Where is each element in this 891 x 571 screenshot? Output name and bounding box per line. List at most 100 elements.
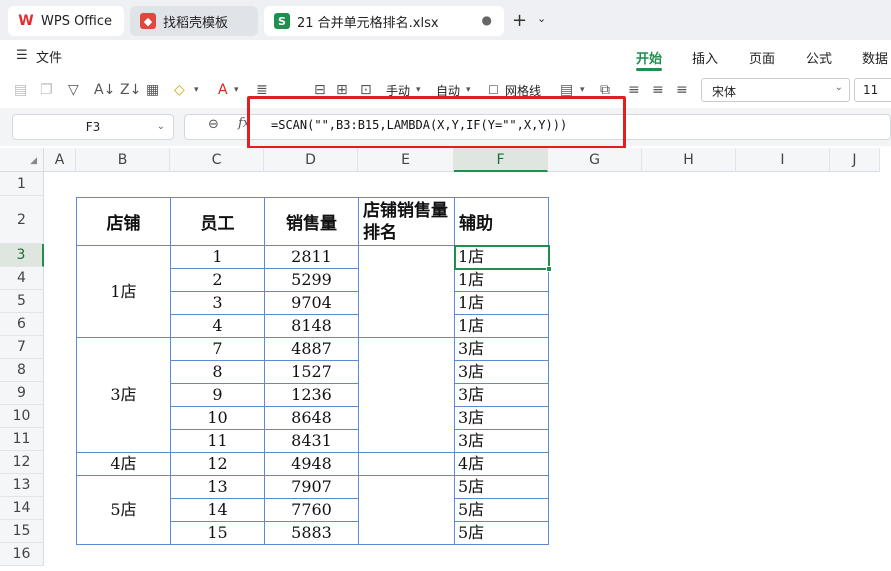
column-header[interactable]: B xyxy=(76,148,170,172)
sales-cell[interactable]: 8648 xyxy=(264,406,359,430)
column-header[interactable]: E xyxy=(358,148,454,172)
fill-color-icon[interactable]: ◇ xyxy=(174,81,185,99)
tab-docer-templates[interactable]: ◆ 找稻壳模板 xyxy=(130,6,258,36)
employee-cell[interactable]: 14 xyxy=(170,498,265,522)
store-cell[interactable]: 4店 xyxy=(76,452,171,476)
store-cell[interactable]: 5店 xyxy=(76,475,171,545)
row-header[interactable]: 2 xyxy=(0,196,44,244)
sales-cell[interactable]: 8148 xyxy=(264,314,359,338)
header-cell[interactable]: 员工 xyxy=(170,197,265,246)
header-cell[interactable]: 辅助 xyxy=(454,197,549,246)
zoom-icon[interactable]: ⊖ xyxy=(208,117,219,132)
hamburger-menu-icon[interactable]: ☰ xyxy=(16,48,28,63)
employee-cell[interactable]: 7 xyxy=(170,337,265,361)
employee-cell[interactable]: 11 xyxy=(170,429,265,453)
row-header[interactable]: 12 xyxy=(0,451,44,474)
row-header[interactable]: 13 xyxy=(0,474,44,497)
spreadsheet-grid[interactable]: ◢ ABCDEFGHIJ 1 2 3 4 5 6 7 8 9 10 11 12 13 14 15 16 店铺员… xyxy=(0,148,891,571)
ribbon-tab-home[interactable]: 开始 xyxy=(636,48,662,67)
column-header[interactable]: C xyxy=(170,148,264,172)
chevron-down-icon[interactable]: ⌄ xyxy=(537,12,546,25)
employee-cell[interactable]: 4 xyxy=(170,314,265,338)
sales-cell[interactable]: 1236 xyxy=(264,383,359,407)
row-header[interactable]: 10 xyxy=(0,405,44,428)
chevron-down-icon[interactable]: ▾ xyxy=(194,81,199,99)
helper-cell[interactable]: 1店 xyxy=(454,268,549,292)
row-header[interactable]: 3 xyxy=(0,244,44,267)
sales-cell[interactable]: 1527 xyxy=(264,360,359,384)
sales-cell[interactable]: 5883 xyxy=(264,521,359,545)
sales-cell[interactable]: 7760 xyxy=(264,498,359,522)
helper-cell[interactable]: 3店 xyxy=(454,383,549,407)
name-box[interactable]: F3 ⌄ xyxy=(12,114,174,140)
sort-descending-icon[interactable]: Z↓ xyxy=(120,81,141,99)
employee-cell[interactable]: 2 xyxy=(170,268,265,292)
rank-cell[interactable] xyxy=(358,452,455,476)
header-cell[interactable]: 店铺 xyxy=(76,197,171,246)
sort-ascending-icon[interactable]: A↓ xyxy=(94,81,115,99)
column-header[interactable]: A xyxy=(44,148,76,172)
employee-cell[interactable]: 9 xyxy=(170,383,265,407)
sales-cell[interactable]: 4948 xyxy=(264,452,359,476)
close-tab-icon[interactable]: ● xyxy=(482,13,492,27)
helper-cell[interactable]: 5店 xyxy=(454,475,549,499)
helper-cell[interactable]: 1店 xyxy=(454,314,549,338)
employee-cell[interactable]: 13 xyxy=(170,475,265,499)
employee-cell[interactable]: 10 xyxy=(170,406,265,430)
sales-cell[interactable]: 2811 xyxy=(264,245,359,269)
row-header[interactable]: 15 xyxy=(0,520,44,543)
column-header[interactable]: F xyxy=(454,148,548,172)
sales-cell[interactable]: 8431 xyxy=(264,429,359,453)
helper-cell[interactable]: 1店 xyxy=(454,291,549,315)
align-center-icon[interactable]: ≡ xyxy=(652,81,664,99)
align-left-icon[interactable]: ≡ xyxy=(628,81,640,99)
helper-cell[interactable]: 5店 xyxy=(454,498,549,522)
font-color-icon[interactable]: A xyxy=(218,81,228,99)
row-header[interactable]: 14 xyxy=(0,497,44,520)
helper-cell[interactable]: 5店 xyxy=(454,521,549,545)
row-header[interactable]: 11 xyxy=(0,428,44,451)
column-header[interactable]: I xyxy=(736,148,830,172)
ribbon-tab-data[interactable]: 数据 xyxy=(862,48,888,67)
row-header[interactable]: 5 xyxy=(0,290,44,313)
ribbon-tab-formula[interactable]: 公式 xyxy=(806,48,832,67)
sales-cell[interactable]: 9704 xyxy=(264,291,359,315)
ribbon-tab-insert[interactable]: 插入 xyxy=(692,48,718,67)
row-header[interactable]: 6 xyxy=(0,313,44,336)
font-family-select[interactable]: 宋体 ⌄ xyxy=(701,78,850,102)
employee-cell[interactable]: 3 xyxy=(170,291,265,315)
helper-cell[interactable]: 3店 xyxy=(454,406,549,430)
row-header[interactable]: 7 xyxy=(0,336,44,359)
new-tab-plus-icon[interactable]: + xyxy=(512,10,527,31)
sales-cell[interactable]: 4887 xyxy=(264,337,359,361)
rank-cell[interactable] xyxy=(358,245,455,338)
employee-cell[interactable]: 1 xyxy=(170,245,265,269)
fill-handle[interactable] xyxy=(546,266,552,272)
copy-icon[interactable]: ❐ xyxy=(40,81,53,99)
store-cell[interactable]: 3店 xyxy=(76,337,171,453)
tab-wps-office[interactable]: W WPS Office xyxy=(8,6,124,36)
rank-cell[interactable] xyxy=(358,337,455,453)
ribbon-tab-page[interactable]: 页面 xyxy=(749,48,775,67)
employee-cell[interactable]: 15 xyxy=(170,521,265,545)
row-header[interactable]: 1 xyxy=(0,172,44,196)
select-all-corner[interactable]: ◢ xyxy=(0,148,44,172)
align-right-icon[interactable]: ≡ xyxy=(676,81,688,99)
helper-cell[interactable]: 3店 xyxy=(454,360,549,384)
column-header[interactable]: H xyxy=(642,148,736,172)
filter-icon[interactable]: ▽ xyxy=(68,81,79,99)
column-header[interactable]: G xyxy=(548,148,642,172)
file-menu[interactable]: 文件 xyxy=(36,47,62,66)
paste-icon[interactable]: ▤ xyxy=(14,81,27,99)
helper-cell[interactable]: 4店 xyxy=(454,452,549,476)
sales-cell[interactable]: 7907 xyxy=(264,475,359,499)
row-header[interactable]: 8 xyxy=(0,359,44,382)
header-cell[interactable]: 销售量 xyxy=(264,197,359,246)
borders-icon[interactable]: ▦ xyxy=(146,81,159,99)
row-header[interactable]: 16 xyxy=(0,543,44,566)
helper-cell[interactable]: 3店 xyxy=(454,337,549,361)
column-header[interactable]: D xyxy=(264,148,358,172)
rank-cell[interactable] xyxy=(358,475,455,545)
row-header[interactable]: 4 xyxy=(0,267,44,290)
row-header[interactable]: 9 xyxy=(0,382,44,405)
